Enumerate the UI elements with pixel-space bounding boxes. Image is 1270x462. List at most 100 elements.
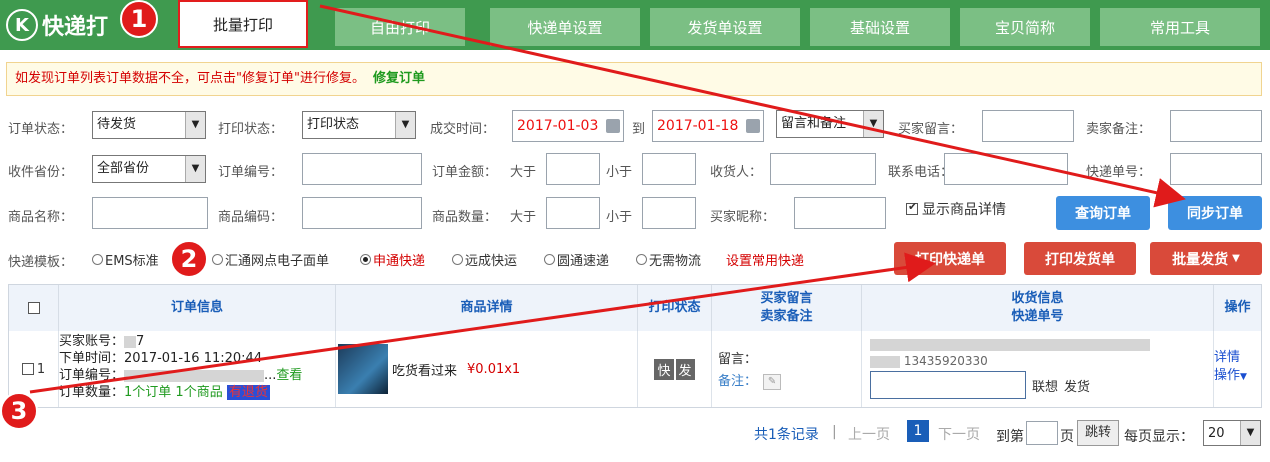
- row-checkbox[interactable]: [21, 363, 34, 375]
- order-status-select[interactable]: 待发货 ▼: [92, 111, 206, 139]
- message-label: 留言：: [718, 352, 758, 367]
- date-from-input[interactable]: 2017-01-03: [512, 110, 624, 142]
- calendar-icon[interactable]: [606, 119, 620, 133]
- seller-note-input[interactable]: [1170, 110, 1262, 142]
- tab-label: 自由打印: [369, 18, 430, 37]
- chevron-down-icon: ▼: [863, 111, 883, 137]
- sync-order-button[interactable]: 同步订单: [1168, 196, 1262, 230]
- blurred-address: [870, 338, 1150, 351]
- print-invoice-button[interactable]: 打印发货单: [1024, 242, 1136, 275]
- select-value: 20: [1208, 426, 1225, 441]
- repair-order-link[interactable]: 修复订单: [373, 71, 425, 86]
- express-printed-badge: 快: [654, 358, 674, 380]
- phone-input[interactable]: [944, 153, 1068, 185]
- remark-select[interactable]: 留言和备注 ▼: [776, 110, 884, 138]
- goto-page-input[interactable]: [1026, 421, 1058, 445]
- buyer-message-label: 买家留言：: [898, 122, 964, 137]
- per-page-label: 每页显示：: [1124, 429, 1194, 445]
- query-order-button[interactable]: 查询订单: [1056, 196, 1150, 230]
- edit-pencil-icon[interactable]: ✎: [763, 374, 782, 390]
- per-page-select[interactable]: 20 ▼: [1203, 420, 1261, 446]
- row-index: 1: [36, 361, 46, 377]
- qty-max-input[interactable]: [642, 197, 696, 229]
- receiver-input[interactable]: [770, 153, 876, 185]
- jump-button[interactable]: 跳转: [1077, 420, 1119, 446]
- chevron-down-icon: ▼: [185, 112, 205, 138]
- chevron-down-icon: ▼: [1232, 253, 1240, 264]
- show-detail-label: 显示商品详情: [922, 202, 1006, 218]
- select-value: 待发货: [97, 117, 137, 132]
- invoice-printed-badge: 发: [675, 358, 695, 380]
- tab-basic-settings[interactable]: 基础设置: [810, 8, 950, 46]
- set-common-express-link[interactable]: 设置常用快递: [726, 250, 804, 269]
- batch-ship-button[interactable]: 批量发货 ▼: [1150, 242, 1262, 275]
- prev-page-link[interactable]: 上一页: [848, 424, 890, 444]
- tab-batch-print[interactable]: 批量打印: [178, 0, 308, 48]
- buyer-message-input[interactable]: [982, 110, 1074, 142]
- radio-circle-icon: [92, 254, 103, 265]
- chevron-down-icon: ▼: [185, 156, 205, 182]
- goods-code-input[interactable]: [302, 197, 422, 229]
- radio-label: EMS标准: [105, 254, 159, 269]
- radio-huitong[interactable]: 汇通网点电子面单: [212, 250, 358, 269]
- buyer-label: 买家账号：: [59, 334, 125, 349]
- province-select[interactable]: 全部省份 ▼: [92, 155, 206, 183]
- refund-badge[interactable]: 有退货: [226, 385, 270, 400]
- radio-yuantong[interactable]: 圆通速递: [544, 250, 634, 269]
- select-all-checkbox[interactable]: [27, 302, 40, 314]
- express-template-label: 快递模板：: [8, 255, 74, 270]
- time-label: 下单时间：: [59, 351, 125, 366]
- show-detail-checkbox[interactable]: ✔: [906, 200, 918, 215]
- seller-note-label: 卖家备注：: [1086, 122, 1152, 137]
- express-no-input[interactable]: [1170, 153, 1262, 185]
- amount-label: 订单金额：: [432, 165, 498, 180]
- calendar-icon[interactable]: [746, 119, 760, 133]
- tab-invoice-settings[interactable]: 发货单设置: [650, 8, 800, 46]
- express-no-row-input[interactable]: [870, 371, 1026, 399]
- button-label: 批量发货: [1172, 251, 1229, 268]
- note-label: 备注：: [718, 374, 758, 389]
- date-to-input[interactable]: 2017-01-18: [652, 110, 764, 142]
- qty-min-input[interactable]: [546, 197, 600, 229]
- goods-thumbnail[interactable]: [338, 344, 388, 394]
- view-link[interactable]: 查看: [276, 368, 302, 383]
- amount-max-input[interactable]: [642, 153, 696, 185]
- buyer-nick-input[interactable]: [794, 197, 886, 229]
- contact-link[interactable]: 联想: [1032, 376, 1058, 395]
- amount-min-input[interactable]: [546, 153, 600, 185]
- radio-label: 汇通网点电子面单: [225, 254, 330, 269]
- order-status-label: 订单状态：: [8, 122, 74, 137]
- ship-link[interactable]: 发货: [1064, 376, 1090, 395]
- print-express-button[interactable]: 打印快递单: [894, 242, 1006, 275]
- radio-shentong[interactable]: 申通快递: [360, 250, 450, 269]
- express-no-label: 快递单号：: [1086, 165, 1152, 180]
- show-detail-checkbox-group[interactable]: ✔ 显示商品详情: [906, 199, 1006, 219]
- tab-common-tools[interactable]: 常用工具: [1100, 8, 1260, 46]
- operation-dropdown[interactable]: 操作▼: [1214, 367, 1261, 386]
- order-no-input[interactable]: [302, 153, 422, 185]
- select-value: 打印状态: [307, 117, 360, 132]
- goods-name-input[interactable]: [92, 197, 208, 229]
- qty-label: 商品数量：: [432, 210, 498, 225]
- tab-label: 发货单设置: [687, 18, 763, 37]
- order-no-label: 订单编号：: [218, 165, 284, 180]
- radio-no-logistics[interactable]: 无需物流: [636, 250, 724, 269]
- amount-greater-label: 大于: [510, 165, 537, 180]
- count-label: 订单数量：: [59, 385, 125, 400]
- current-page[interactable]: 1: [907, 420, 929, 442]
- row-message: 留言： 备注： ✎: [712, 331, 862, 407]
- header-select-all[interactable]: [9, 285, 59, 331]
- tab-item-alias[interactable]: 宝贝简称: [960, 8, 1090, 46]
- goods-title[interactable]: 吃货看过来: [392, 360, 457, 379]
- print-status-select[interactable]: 打印状态 ▼: [302, 111, 416, 139]
- header-express-no: 快递单号: [1011, 309, 1064, 324]
- header-goods-detail: 商品详情: [336, 285, 638, 331]
- radio-yuancheng[interactable]: 远成快运: [452, 250, 542, 269]
- order-time: 2017-01-16 11:20:44: [124, 351, 263, 366]
- blurred-name: [870, 355, 900, 368]
- tab-express-settings[interactable]: 快递单设置: [490, 8, 640, 46]
- detail-link[interactable]: 详情: [1214, 349, 1261, 367]
- logo-k-icon: K: [6, 9, 38, 41]
- tab-free-print[interactable]: 自由打印: [335, 8, 465, 46]
- next-page-link[interactable]: 下一页: [938, 424, 980, 444]
